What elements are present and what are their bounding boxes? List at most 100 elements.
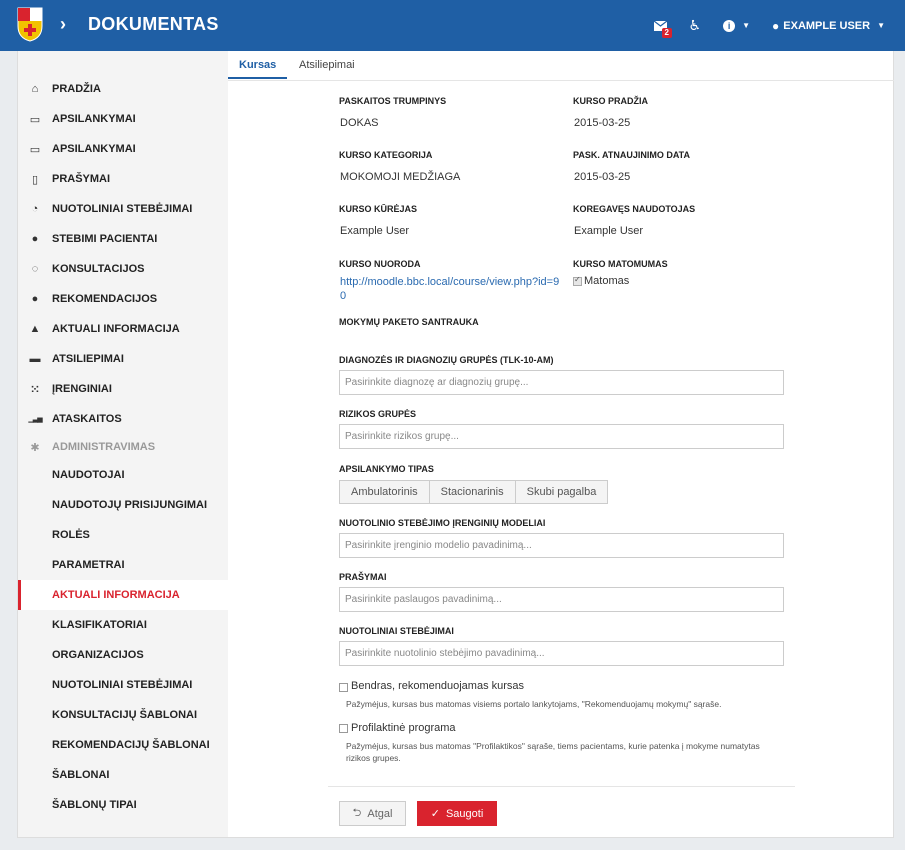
sidebar-item-label: KONSULTACIJOS xyxy=(52,263,145,275)
messages-button[interactable]: 2 xyxy=(653,20,672,38)
home-icon: ⌂ xyxy=(31,83,39,95)
general-course-checkbox[interactable] xyxy=(339,683,348,692)
tab-kursas[interactable]: Kursas xyxy=(227,59,288,79)
sidebar-subitem-parametrai[interactable]: PARAMETRAI xyxy=(18,550,228,580)
sidebar-toggle-chevron-icon[interactable]: › xyxy=(60,14,66,35)
visit-type-ambulatorinis[interactable]: Ambulatorinis xyxy=(340,481,430,503)
prevention-program-checkbox[interactable] xyxy=(339,724,348,733)
editor-label: KOREGAVĘS NAUDOTOJAS xyxy=(573,204,696,214)
sidebar-item-label: NAUDOTOJAI xyxy=(52,469,125,481)
back-arrow-icon: ⮌ xyxy=(352,807,362,819)
back-button[interactable]: ⮌ Atgal xyxy=(339,801,406,826)
sidebar-item-label: AKTUALI INFORMACIJA xyxy=(52,323,180,335)
sidebar-subitem-organizacijos[interactable]: ORGANIZACIJOS xyxy=(18,640,228,670)
sidebar-item-label: PRADŽIA xyxy=(52,83,101,95)
sidebar-item-prasymai[interactable]: ▯ PRAŠYMAI xyxy=(18,164,228,194)
sidebar-subitem-naudotoju-prisijungimai[interactable]: NAUDOTOJŲ PRISIJUNGIMAI xyxy=(18,490,228,520)
sidebar-item-label: REKOMENDACIJOS xyxy=(52,293,158,305)
user-menu[interactable]: ● EXAMPLE USER ▼ xyxy=(772,19,885,33)
sidebar-item-label: NAUDOTOJŲ PRISIJUNGIMAI xyxy=(52,499,208,511)
sidebar-item-apsilankymai[interactable]: ▭ APSILANKYMAI xyxy=(18,104,228,134)
sidebar-item-label: KONSULTACIJŲ ŠABLONAI xyxy=(52,709,198,721)
sidebar-item-irenginiai[interactable]: ⁙ ĮRENGINIAI xyxy=(18,374,228,404)
diagnosis-input[interactable]: Pasirinkite diagnozę ar diagnozių grupę.… xyxy=(339,370,784,395)
sidebar-item-konsultacijos[interactable]: ◌ KONSULTACIJOS xyxy=(18,254,228,284)
sidebar-item-label: APSILANKYMAI xyxy=(52,113,136,125)
sidebar: ⌂ PRADŽIA ▭ APSILANKYMAI ▭ APSILANKYMAI ▯ PR… xyxy=(18,51,229,837)
bar-chart-icon: ▁▃▅ xyxy=(28,416,42,423)
sidebar-subitem-rekomendaciju-sablonai[interactable]: REKOMENDACIJŲ ŠABLONAI xyxy=(18,730,228,760)
short-name-value: DOKAS xyxy=(340,117,379,129)
sidebar-item-ataskaitos[interactable]: ▁▃▅ ATASKAITOS xyxy=(18,404,228,434)
sidebar-item-label: ORGANIZACIJOS xyxy=(52,649,144,661)
accessibility-button[interactable]: ♿ xyxy=(689,17,702,34)
device-models-input[interactable]: Pasirinkite įrenginio modelio pavadinimą… xyxy=(339,533,784,558)
sidebar-subitem-klasifikatoriai[interactable]: KLASIFIKATORIAI xyxy=(18,610,228,640)
visit-type-segmented: Ambulatorinis Stacionarinis Skubi pagalb… xyxy=(339,480,609,504)
user-name: EXAMPLE USER xyxy=(783,19,871,32)
gear-icon: ✱ xyxy=(30,441,40,454)
device-models-label: NUOTOLINIO STEBĖJIMO ĮRENGINIŲ MODELIAI xyxy=(339,518,546,528)
sidebar-item-nuotoliniai-stebejimai[interactable]: ◔ NUOTOLINIAI STEBĖJIMAI xyxy=(18,194,228,224)
coat-of-arms-logo[interactable] xyxy=(16,6,44,42)
sidebar-item-label: PRAŠYMAI xyxy=(52,173,111,185)
message-count-badge: 2 xyxy=(661,27,672,38)
chevron-down-icon: ▼ xyxy=(742,21,751,30)
course-creator-label: KURSO KŪRĖJAS xyxy=(339,204,418,214)
risk-groups-input[interactable]: Pasirinkite rizikos grupę... xyxy=(339,424,784,449)
general-course-label: Bendras, rekomenduojamas kursas xyxy=(351,680,525,692)
visit-type-skubi-pagalba[interactable]: Skubi pagalba xyxy=(516,481,608,503)
sidebar-item-apsilankymai-2[interactable]: ▭ APSILANKYMAI xyxy=(18,134,228,164)
sidebar-item-label: ŠABLONŲ TIPAI xyxy=(52,799,137,811)
visit-type-label: APSILANKYMO TIPAS xyxy=(339,464,434,474)
checkmark-icon: ✓ xyxy=(430,808,440,820)
sidebar-item-label: AKTUALI INFORMACIJA xyxy=(52,589,180,601)
updated-date-label: PASK. ATNAUJINIMO DATA xyxy=(573,150,690,160)
course-link[interactable]: http://moodle.bbc.local/course/view.php?… xyxy=(340,275,560,303)
tab-atsiliepimai[interactable]: Atsiliepimai xyxy=(299,59,355,71)
sidebar-item-label: REKOMENDACIJŲ ŠABLONAI xyxy=(52,739,210,751)
sidebar-subitem-naudotojai[interactable]: NAUDOTOJAI xyxy=(18,460,228,490)
sidebar-item-label: ĮRENGINIAI xyxy=(52,383,112,395)
visibility-checkbox xyxy=(573,275,582,286)
monitoring-label: NUOTOLINIAI STEBĖJIMAI xyxy=(339,626,454,636)
top-navbar: › DOKUMENTAS 2 ♿ i ▼ ● EXAMPLE USER ▼ xyxy=(0,0,905,51)
sidebar-subitem-sablonu-tipai[interactable]: ŠABLONŲ TIPAI xyxy=(18,790,228,820)
sidebar-item-administravimas[interactable]: ✱ ADMINISTRAVIMAS xyxy=(18,432,228,462)
sidebar-item-atsiliepimai[interactable]: ▬ ATSILIEPIMAI xyxy=(18,344,228,374)
user-icon: ● xyxy=(31,233,39,245)
sidebar-item-label: ATASKAITOS xyxy=(52,413,122,425)
course-category-label: KURSO KATEGORIJA xyxy=(339,150,433,160)
monitoring-input[interactable]: Pasirinkite nuotolinio stebėjimo pavadin… xyxy=(339,641,784,666)
app-title: DOKUMENTAS xyxy=(88,14,219,34)
sidebar-item-label: APSILANKYMAI xyxy=(52,143,136,155)
sidebar-subitem-roles[interactable]: ROLĖS xyxy=(18,520,228,550)
sidebar-subitem-sablonai[interactable]: ŠABLONAI xyxy=(18,760,228,790)
visit-type-stacionarinis[interactable]: Stacionarinis xyxy=(430,481,516,503)
sidebar-item-label: NUOTOLINIAI STEBĖJIMAI xyxy=(52,679,193,691)
sidebar-item-pradzia[interactable]: ⌂ PRADŽIA xyxy=(18,74,228,104)
save-button-label: Saugoti xyxy=(445,807,484,820)
course-category-value: MOKOMOJI MEDŽIAGA xyxy=(340,171,461,183)
speech-bubble-icon: ● xyxy=(31,293,39,305)
sidebar-subitem-aktuali-informacija[interactable]: AKTUALI INFORMACIJA xyxy=(18,580,229,610)
document-icon: ▯ xyxy=(31,173,39,186)
info-dropdown[interactable]: i ▼ xyxy=(723,19,751,32)
requests-input[interactable]: Pasirinkite paslaugos pavadinimą... xyxy=(339,587,784,612)
active-indicator-arrow xyxy=(215,580,229,610)
sidebar-item-stebimi-pacientai[interactable]: ● STEBIMI PACIENTAI xyxy=(18,224,228,254)
sidebar-subitem-konsultaciju-sablonai[interactable]: KONSULTACIJŲ ŠABLONAI xyxy=(18,700,228,730)
sidebar-item-label: PARAMETRAI xyxy=(52,559,125,571)
prevention-program-hint: Pažymėjus, kursas bus matomas "Profilakt… xyxy=(346,741,760,763)
updated-date-value: 2015-03-25 xyxy=(574,171,631,183)
sidebar-item-rekomendacijos[interactable]: ● REKOMENDACIJOS xyxy=(18,284,228,314)
sidebar-item-aktuali-informacija[interactable]: ▲ AKTUALI INFORMACIJA xyxy=(18,314,228,344)
sidebar-item-label: STEBIMI PACIENTAI xyxy=(52,233,158,245)
save-button[interactable]: ✓ Saugoti xyxy=(417,801,497,826)
requests-label: PRAŠYMAI xyxy=(339,572,387,582)
course-link-label: KURSO NUORODA xyxy=(339,259,421,269)
general-course-hint: Pažymėjus, kursas bus matomas visiems po… xyxy=(346,699,722,709)
sidebar-subitem-nuotoliniai-stebejimai[interactable]: NUOTOLINIAI STEBĖJIMAI xyxy=(18,670,228,700)
chevron-down-icon: ▼ xyxy=(877,21,885,30)
course-start-label: KURSO PRADŽIA xyxy=(573,96,649,106)
